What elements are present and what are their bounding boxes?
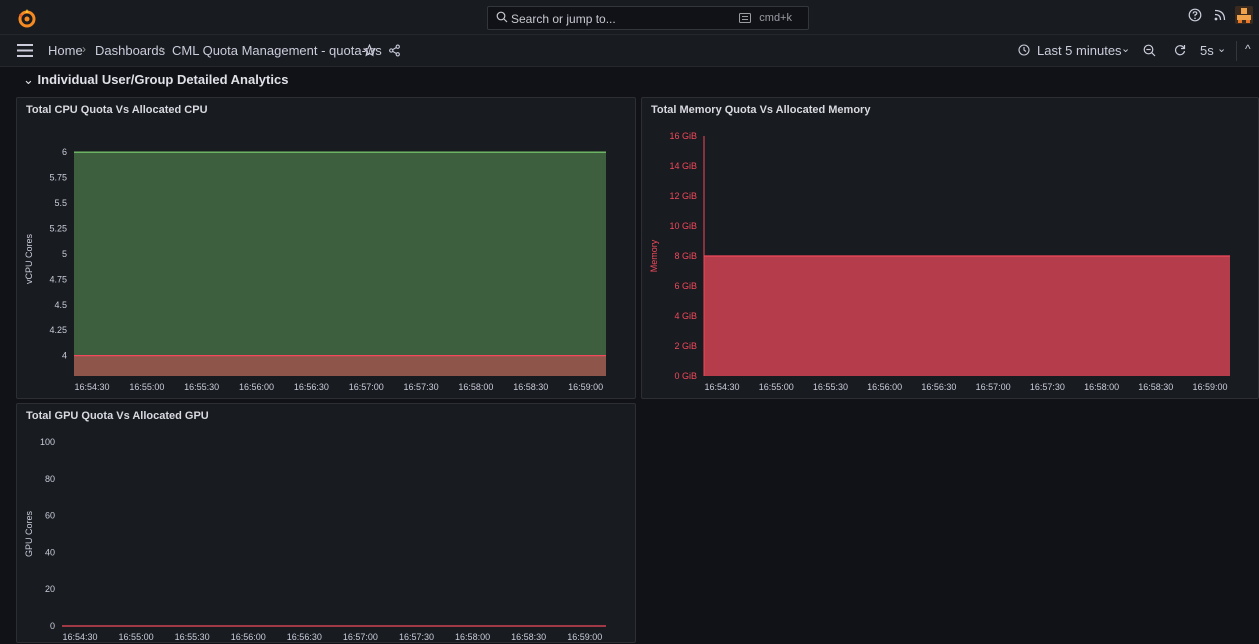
x-tick-label: 16:56:30 [294, 382, 329, 392]
y-tick-label: 16 GiB [669, 131, 697, 141]
y-tick-label: 100 [40, 437, 55, 447]
memory-chart: 16 GiB 14 GiB 12 GiB 10 GiB 8 GiB 6 GiB 4 GiB 2… [649, 131, 1230, 392]
panel-gpu[interactable]: Total GPU Quota Vs Allocated GPU 100 80 60… [16, 403, 636, 643]
y-tick-label: 6 GiB [674, 281, 697, 291]
x-tick-label: 16:57:30 [1030, 382, 1065, 392]
star-icon[interactable] [363, 44, 376, 57]
x-tick-label: 16:55:30 [175, 632, 210, 642]
y-tick-label: 0 GiB [674, 371, 697, 381]
y-tick-label: 14 GiB [669, 161, 697, 171]
y-tick-label: 4 [62, 351, 67, 361]
breadcrumb-separator-icon: › [160, 42, 164, 56]
y-tick-label: 20 [45, 584, 55, 594]
y-axis-label: Memory [649, 239, 659, 272]
search-icon [496, 11, 508, 23]
collapse-chevron-up-icon[interactable]: ^ [1245, 42, 1251, 56]
gpu-chart: 100 80 60 40 20 0 GPU Cores 16:54:30 16:55:00 16:… [24, 437, 606, 642]
x-tick-label: 16:54:30 [62, 632, 97, 642]
divider [1236, 41, 1237, 61]
x-tick-label: 16:58:00 [1084, 382, 1119, 392]
search-placeholder: Search or jump to... [511, 12, 616, 26]
breadcrumb-separator-icon: › [82, 42, 86, 56]
x-tick-label: 16:59:00 [567, 632, 602, 642]
breadcrumb-dashboards[interactable]: Dashboards [95, 43, 165, 58]
x-tick-label: 16:54:30 [704, 382, 739, 392]
x-tick-label: 16:58:30 [513, 382, 548, 392]
y-tick-label: 4.75 [49, 274, 67, 284]
breadcrumb-current-dashboard: CML Quota Management - quota-ws [172, 43, 382, 58]
x-tick-label: 16:55:00 [119, 632, 154, 642]
series-area-fill [74, 152, 606, 376]
x-tick-label: 16:57:30 [399, 632, 434, 642]
nav-bar: Home › Dashboards › CML Quota Management… [0, 35, 1259, 67]
y-tick-label: 5 [62, 249, 67, 259]
news-feed-icon[interactable] [1213, 8, 1227, 22]
panel-cpu[interactable]: Total CPU Quota Vs Allocated CPU 6 5.75 5.… [16, 97, 636, 399]
y-tick-label: 8 GiB [674, 251, 697, 261]
grafana-logo-icon[interactable] [16, 7, 38, 29]
chevron-down-icon: ⌄ [1217, 43, 1227, 55]
y-axis-label: GPU Cores [24, 510, 34, 557]
chevron-down-icon: ⌄ [1121, 43, 1131, 55]
x-tick-label: 16:54:30 [74, 382, 109, 392]
search-shortcut: cmd+k [759, 12, 792, 24]
x-tick-label: 16:55:00 [759, 382, 794, 392]
y-tick-label: 12 GiB [669, 191, 697, 201]
x-tick-label: 16:58:00 [455, 632, 490, 642]
x-tick-label: 16:58:00 [458, 382, 493, 392]
share-icon[interactable] [388, 44, 401, 57]
y-tick-label: 0 [50, 621, 55, 631]
cpu-chart: 6 5.75 5.5 5.25 5 4.75 4.5 4.25 4 vCPU Cores 16:54… [24, 147, 606, 392]
y-tick-label: 5.75 [49, 173, 67, 183]
y-tick-label: 60 [45, 511, 55, 521]
y-tick-label: 40 [45, 547, 55, 557]
x-tick-label: 16:59:00 [568, 382, 603, 392]
keyboard-icon [739, 13, 751, 23]
x-tick-label: 16:55:30 [813, 382, 848, 392]
y-tick-label: 80 [45, 474, 55, 484]
help-icon[interactable] [1188, 8, 1202, 22]
x-tick-label: 16:57:00 [349, 382, 384, 392]
y-tick-label: 2 GiB [674, 341, 697, 351]
y-tick-label: 5.25 [49, 223, 67, 233]
y-tick-label: 4 GiB [674, 311, 697, 321]
y-tick-label: 5.5 [54, 198, 67, 208]
breadcrumb-home[interactable]: Home [48, 43, 83, 58]
y-tick-label: 4.25 [49, 325, 67, 335]
panel-memory[interactable]: Total Memory Quota Vs Allocated Memory 1… [641, 97, 1259, 399]
zoom-out-icon[interactable] [1143, 44, 1156, 57]
x-tick-label: 16:55:30 [184, 382, 219, 392]
x-tick-label: 16:56:30 [287, 632, 322, 642]
x-tick-label: 16:58:30 [1138, 382, 1173, 392]
menu-icon[interactable] [17, 44, 33, 57]
x-tick-label: 16:59:00 [1193, 382, 1228, 392]
y-tick-label: 10 GiB [669, 221, 697, 231]
y-axis-label: vCPU Cores [24, 233, 34, 284]
series-area-fill [74, 355, 606, 376]
x-tick-label: 16:56:00 [867, 382, 902, 392]
refresh-icon [1174, 45, 1186, 56]
row-collapse-chevron-icon: ⌄ [23, 72, 34, 87]
clock-icon [1018, 44, 1030, 56]
x-tick-label: 16:58:30 [511, 632, 546, 642]
x-tick-label: 16:57:30 [404, 382, 439, 392]
row-header[interactable]: ⌄ Individual User/Group Detailed Analyti… [23, 72, 288, 88]
series-area-fill [704, 256, 1230, 376]
x-tick-label: 16:57:00 [976, 382, 1011, 392]
x-tick-label: 16:57:00 [343, 632, 378, 642]
top-bar: Search or jump to... cmd+k [0, 0, 1259, 35]
user-avatar-icon[interactable] [1235, 6, 1253, 24]
y-tick-label: 6 [62, 147, 67, 157]
search-bar[interactable]: Search or jump to... cmd+k [487, 6, 809, 30]
x-tick-label: 16:56:00 [239, 382, 274, 392]
x-tick-label: 16:55:00 [129, 382, 164, 392]
refresh-interval-label: 5s [1200, 43, 1214, 58]
time-range-label: Last 5 minutes [1037, 43, 1122, 58]
x-tick-label: 16:56:00 [231, 632, 266, 642]
row-title: Individual User/Group Detailed Analytics [37, 72, 289, 87]
y-tick-label: 4.5 [54, 300, 67, 310]
x-tick-label: 16:56:30 [921, 382, 956, 392]
